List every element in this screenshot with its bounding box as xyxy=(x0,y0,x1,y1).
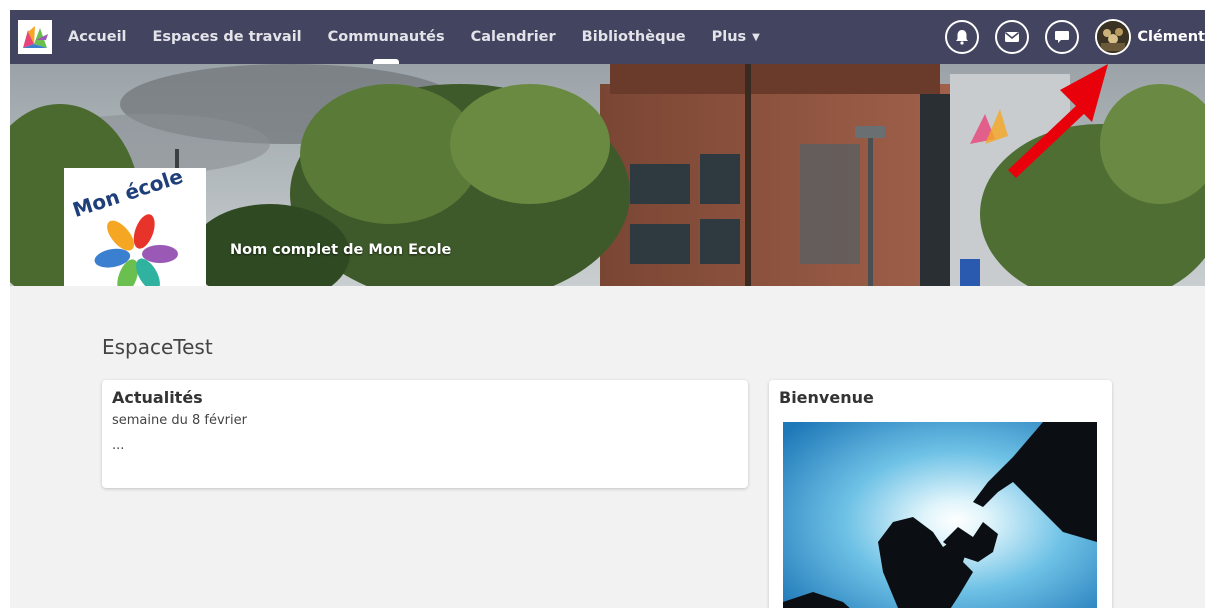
nav-label: Espaces de travail xyxy=(152,29,302,45)
caret-down-icon: ▼ xyxy=(752,31,760,43)
chat-icon xyxy=(1055,31,1070,43)
news-card: Actualités semaine du 8 février ... xyxy=(102,380,748,488)
app-logo-icon[interactable] xyxy=(18,20,52,54)
welcome-title: Bienvenue xyxy=(779,388,874,407)
nav-label: Communautés xyxy=(327,29,445,45)
nav-item-accueil[interactable]: Accueil xyxy=(68,10,127,64)
nav-label: Calendrier xyxy=(470,29,556,45)
nav-item-plus[interactable]: Plus ▼ xyxy=(712,10,760,64)
chat-button[interactable] xyxy=(1045,20,1080,54)
news-title[interactable]: Actualités xyxy=(112,388,738,407)
nav-item-calendrier[interactable]: Calendrier xyxy=(471,10,556,64)
nav-label: Bibliothèque xyxy=(581,29,686,45)
school-logo-image: Mon école xyxy=(70,168,186,286)
top-nav: Accueil Espaces de travail Communautés C… xyxy=(10,10,1205,64)
user-name: Clément xyxy=(1137,29,1205,45)
app-frame: Accueil Espaces de travail Communautés C… xyxy=(10,10,1205,608)
avatar xyxy=(1095,19,1132,55)
school-name: Nom complet de Mon Ecole xyxy=(230,242,452,258)
nav-item-espaces[interactable]: Espaces de travail xyxy=(153,10,302,64)
news-subtitle: semaine du 8 février xyxy=(112,413,247,428)
nav-label: Accueil xyxy=(68,29,127,45)
welcome-image xyxy=(783,422,1097,608)
nav-actions: Clément xyxy=(945,10,1205,64)
bell-icon xyxy=(956,30,969,45)
nav-item-bibliotheque[interactable]: Bibliothèque xyxy=(582,10,686,64)
notifications-button[interactable] xyxy=(945,20,980,54)
news-body: ... xyxy=(112,438,125,453)
welcome-card: Bienvenue xyxy=(769,380,1112,608)
nav-label: Plus xyxy=(711,29,747,45)
mail-icon xyxy=(1005,32,1020,42)
nav-item-communautes[interactable]: Communautés xyxy=(328,10,445,64)
messages-button[interactable] xyxy=(995,20,1030,54)
main-menu: Accueil Espaces de travail Communautés C… xyxy=(68,10,786,64)
annotation-arrow-icon xyxy=(1008,64,1108,178)
space-title: EspaceTest xyxy=(102,335,213,359)
svg-text:Mon école: Mon école xyxy=(70,168,186,222)
school-logo[interactable]: Mon école xyxy=(64,168,206,286)
user-menu[interactable]: Clément xyxy=(1095,19,1205,55)
